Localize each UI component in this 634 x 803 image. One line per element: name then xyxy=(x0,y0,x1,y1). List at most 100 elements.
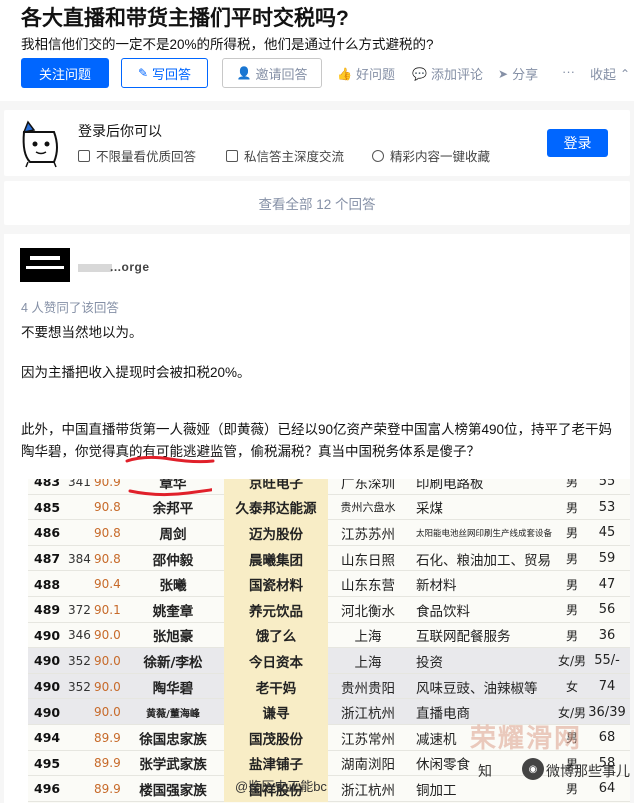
table-cell-gender: 男 xyxy=(565,628,578,643)
follow-label: 关注问题 xyxy=(38,66,91,82)
table-cell-rank: 490 xyxy=(34,627,61,643)
table-cell-name: 陶华碧 xyxy=(152,680,194,697)
good-question-button[interactable]: 👍 好问题 xyxy=(337,64,395,83)
table-cell-name: 姚奎章 xyxy=(152,603,194,620)
table-cell-num: 59 xyxy=(598,551,616,567)
question-detail[interactable]: 我相信他们交的一定不是20%的所得税，他们是通过什么方式避税的? xyxy=(21,33,434,53)
question-actions: 关注问题 ✎ 写回答 👤 邀请回答 👍 好问题 💬 添加评论 ➤ 分享 ··· … xyxy=(21,58,634,88)
table-cell-place: 江苏常州 xyxy=(341,731,395,748)
table-cell-name: 楼国强家族 xyxy=(139,782,207,799)
table-cell-num: 45 xyxy=(598,525,616,541)
table-cell-company: 养元饮品 xyxy=(224,597,328,623)
table-row: 490 352 90.0 徐新/李松 今日资本 上海 投资 女/男 55/- xyxy=(28,648,630,674)
table-cell-company: 盐津铺子 xyxy=(224,750,328,777)
invite-answer-button[interactable]: 👤 邀请回答 xyxy=(222,58,322,88)
table-cell-company: 饿了么 xyxy=(224,622,328,649)
perk-collect: 精彩内容一键收藏 xyxy=(372,146,490,165)
table-cell-industry: 食品饮料 xyxy=(416,603,470,620)
login-button[interactable]: 登录 xyxy=(547,129,608,157)
add-comment-button[interactable]: 💬 添加评论 xyxy=(412,64,483,83)
table-cell-industry: 投资 xyxy=(416,654,443,671)
table-cell-company: 国茂股份 xyxy=(224,725,328,751)
table-cell-gender: 男 xyxy=(565,603,578,618)
watermark-prefix: 知 xyxy=(478,763,492,779)
answer-paragraph: 因为主播把收入提现时会被扣税20%。 xyxy=(21,365,251,380)
table-cell-gender: 男 xyxy=(565,500,578,515)
table-cell-company: 谦寻 xyxy=(224,699,328,725)
perk-unlimited: 不限量看优质回答 xyxy=(78,146,196,165)
share-label: 分享 xyxy=(512,67,539,82)
table-cell-industry: 采煤 xyxy=(416,501,443,518)
table-cell-age: 352 xyxy=(68,679,91,694)
write-answer-button[interactable]: ✎ 写回答 xyxy=(121,58,208,88)
table-cell-place: 贵州贵阳 xyxy=(341,680,395,697)
table-cell-rank: 483 xyxy=(34,479,61,490)
table-row: 496 89.9 楼国强家族 国祥股份 浙江杭州 铜加工男 64 xyxy=(28,776,630,802)
table-cell-num: 55/- xyxy=(594,653,620,669)
table-cell-name: 张学武家族 xyxy=(139,757,207,774)
table-cell-name: 徐国忠家族 xyxy=(139,731,207,748)
table-cell-wealth: 90.8 xyxy=(94,525,121,540)
table-cell-num: 36 xyxy=(598,627,616,643)
table-cell-wealth: 90.8 xyxy=(94,551,121,566)
table-row: 488 90.4 张曦 国瓷材料 山东东营 新材料 男 47 xyxy=(28,571,630,597)
red-underline-mark xyxy=(125,455,215,464)
table-cell-rank: 490 xyxy=(34,704,61,720)
thumbs-up-icon: 👍 xyxy=(337,66,352,81)
view-all-answers-button[interactable]: 查看全部 12 个回答 xyxy=(4,181,630,225)
table-cell-wealth: 89.9 xyxy=(94,781,121,796)
table-cell-industry: 新材料 xyxy=(416,578,457,595)
more-button[interactable]: ··· xyxy=(562,64,575,79)
table-cell-industry: 石化、粮油加工、贸易 xyxy=(416,552,551,569)
table-row: 489 372 90.1 姚奎章 养元饮品 河北衡水 食品饮料 男 56 xyxy=(28,597,630,623)
table-cell-num: 68 xyxy=(598,730,616,746)
mascot-icon xyxy=(22,120,58,168)
table-cell-place: 山东东营 xyxy=(341,578,395,595)
table-cell-name: 张曦 xyxy=(159,578,187,595)
table-cell-name: 邵仲毅 xyxy=(152,552,194,569)
table-cell-rank: 496 xyxy=(34,781,61,797)
table-row: 485 90.8 余邦平 久泰邦达能源 贵州六盘水 采煤 男 53 xyxy=(28,494,630,521)
write-label: 写回答 xyxy=(152,66,192,82)
collect-icon xyxy=(372,149,384,162)
table-cell-rank: 487 xyxy=(34,551,61,567)
table-cell-place: 河北衡水 xyxy=(341,603,395,620)
message-icon xyxy=(226,149,238,162)
table-cell-num: 74 xyxy=(598,679,616,695)
follow-question-button[interactable]: 关注问题 xyxy=(21,58,109,88)
table-cell-place: 浙江杭州 xyxy=(341,706,395,723)
perk-label: 不限量看优质回答 xyxy=(96,150,197,164)
table-cell-place: 山东日照 xyxy=(341,552,395,569)
table-row: 490 352 90.0 陶华碧 老干妈 贵州贵阳 风味豆豉、油辣椒等 女 74 xyxy=(28,673,630,700)
table-cell-age: 384 xyxy=(68,551,91,566)
table-cell-rank: 489 xyxy=(34,602,61,618)
table-cell-place: 广东深圳 xyxy=(341,479,395,492)
table-cell-gender: 男 xyxy=(565,526,578,541)
good-label: 好问题 xyxy=(355,67,395,82)
table-cell-wealth: 90.4 xyxy=(94,577,121,592)
table-cell-wealth: 89.9 xyxy=(94,730,121,745)
perk-message: 私信答主深度交流 xyxy=(226,146,344,165)
table-cell-rank: 494 xyxy=(34,730,61,746)
table-cell-industry: 印刷电路板 xyxy=(416,479,484,492)
watermark-brand: 荣耀滑网 xyxy=(470,723,583,753)
avatar[interactable] xyxy=(20,248,70,282)
table-cell-gender: 男 xyxy=(565,552,578,567)
table-cell-gender: 女 xyxy=(565,680,578,695)
watermark-bottom: @鉴历史正能bc xyxy=(235,779,327,794)
table-cell-rank: 485 xyxy=(34,499,61,515)
table-cell-rank: 486 xyxy=(34,525,61,541)
share-button[interactable]: ➤ 分享 xyxy=(498,64,538,83)
login-prompt-card: 登录后你可以 不限量看优质回答 私信答主深度交流 精彩内容一键收藏 登录 xyxy=(4,110,630,176)
table-cell-company: 国瓷材料 xyxy=(224,571,328,597)
table-cell-age: 341 xyxy=(68,479,91,489)
table-cell-wealth: 90.0 xyxy=(94,705,121,720)
table-cell-age: 372 xyxy=(68,602,91,617)
author-name[interactable]: ...orge xyxy=(110,260,150,274)
table-cell-num: 53 xyxy=(598,499,616,515)
collapse-button[interactable]: 收起 ⌃ xyxy=(590,64,630,83)
table-cell-company: 久泰邦达能源 xyxy=(224,494,328,521)
table-cell-num: 56 xyxy=(598,602,616,618)
wechat-icon: ◉ xyxy=(522,758,544,780)
table-cell-num: 55 xyxy=(598,479,616,490)
